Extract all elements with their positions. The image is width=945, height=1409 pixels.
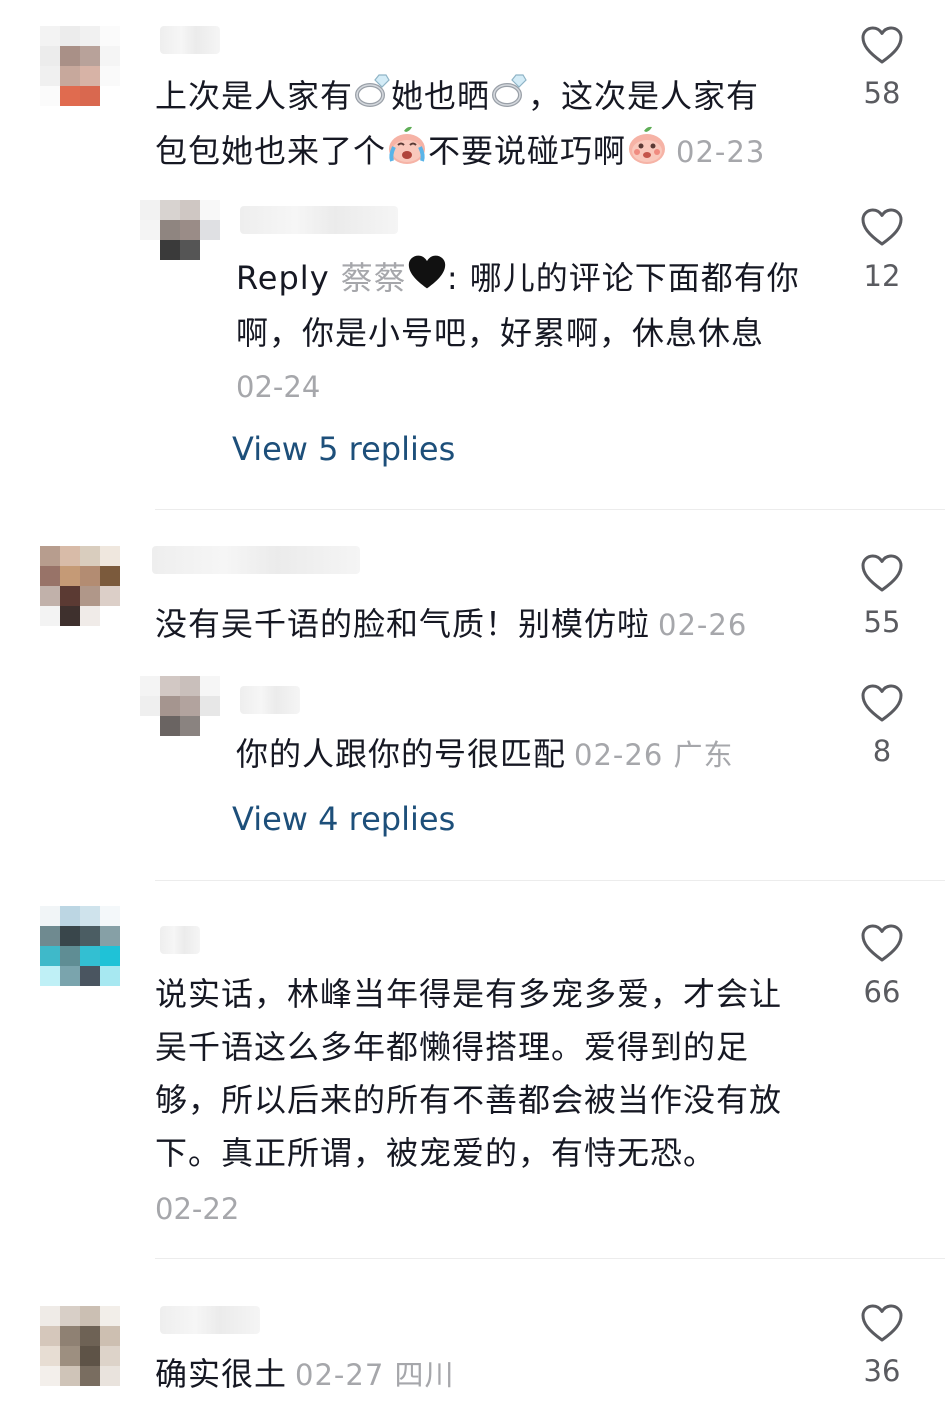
username[interactable] — [160, 26, 220, 54]
black-heart-emoji — [407, 253, 447, 307]
reply-avatar[interactable] — [140, 200, 220, 260]
reply-text: 你的人跟你的号很匹配 02-26 广东 — [236, 735, 734, 773]
comment-text: 确实很土 02-27 四川 — [155, 1355, 455, 1393]
divider — [155, 1258, 945, 1259]
avatar[interactable] — [40, 906, 120, 986]
ring-emoji — [353, 71, 391, 125]
like-heart-icon[interactable] — [860, 25, 904, 65]
reply-avatar[interactable] — [140, 676, 220, 736]
like-heart-icon[interactable] — [860, 923, 904, 963]
reply-date: 02-26 广东 — [574, 738, 734, 772]
comment-date: 02-23 — [676, 135, 766, 169]
view-replies-link[interactable]: View 5 replies — [232, 430, 455, 468]
reply-username[interactable] — [240, 686, 300, 714]
username[interactable] — [160, 1306, 260, 1334]
like-count: 55 — [863, 605, 901, 639]
like-heart-icon[interactable] — [860, 1303, 904, 1343]
avatar[interactable] — [40, 26, 120, 106]
like-heart-icon[interactable] — [860, 553, 904, 593]
comment-text: 说实话，林峰当年得是有多宠多爱，才会让 吴千语这么多年都懒得搭理。爱得到的足 够… — [155, 975, 783, 1172]
like-count: 8 — [872, 734, 892, 768]
view-replies-link[interactable]: View 4 replies — [232, 800, 455, 838]
like-count: 12 — [863, 259, 901, 293]
comment-date: 02-27 四川 — [295, 1358, 455, 1392]
comment-text: 上次是人家有 她也晒 ，这次是人家有 包包她也来了个 不要说碰巧啊 02-23 — [155, 70, 835, 181]
reply-date: 02-24 — [236, 370, 321, 404]
like-count: 66 — [863, 975, 901, 1009]
divider — [155, 509, 945, 510]
crying-peach-emoji — [386, 125, 428, 181]
comment-date: 02-22 — [155, 1192, 240, 1226]
ring-emoji — [490, 71, 528, 125]
divider — [155, 880, 945, 881]
avatar[interactable] — [40, 546, 120, 626]
like-heart-icon[interactable] — [860, 207, 904, 247]
reply-text: Reply 蔡蔡: 哪儿的评论下面都有你 啊，你是小号吧，好累啊，休息休息 — [236, 252, 826, 360]
comment-date: 02-26 — [658, 608, 748, 642]
shy-peach-emoji — [626, 125, 668, 181]
like-count: 36 — [863, 1354, 901, 1388]
username[interactable] — [152, 546, 360, 574]
like-count: 58 — [863, 76, 901, 110]
username[interactable] — [160, 926, 200, 954]
like-heart-icon[interactable] — [860, 683, 904, 723]
avatar[interactable] — [40, 1306, 120, 1386]
reply-username[interactable] — [240, 206, 398, 234]
comment-text: 没有吴千语的脸和气质！别模仿啦 02-26 — [155, 605, 748, 643]
